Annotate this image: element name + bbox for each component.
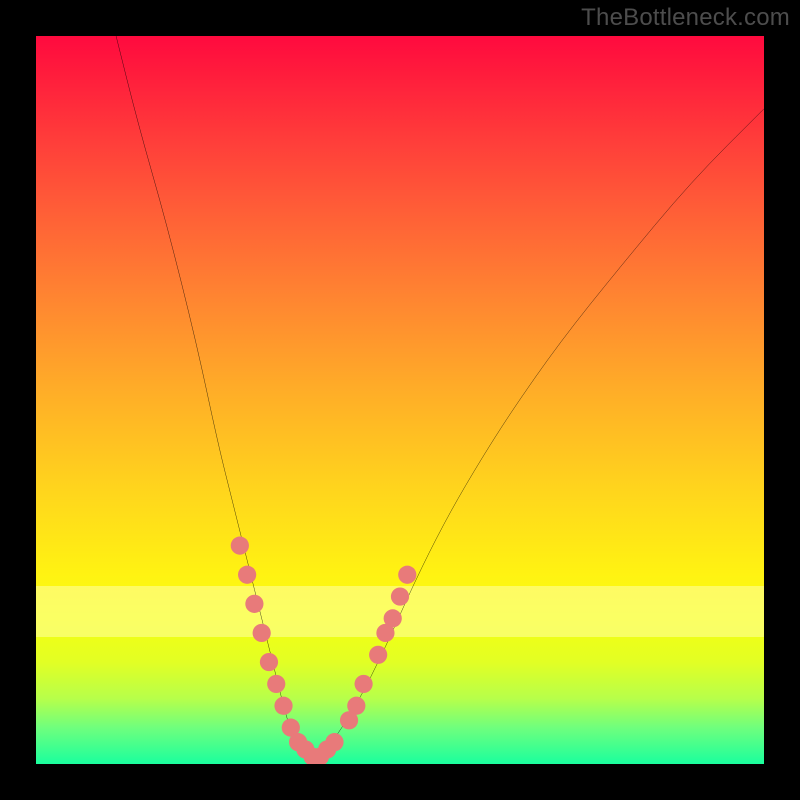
marker-dot: [355, 675, 373, 693]
marker-dot: [238, 566, 256, 584]
marker-dot: [325, 733, 343, 751]
watermark-text: TheBottleneck.com: [581, 4, 790, 32]
marker-dot: [384, 609, 402, 627]
marker-dot: [253, 624, 271, 642]
marker-dot: [267, 675, 285, 693]
highlight-markers: [231, 537, 417, 765]
marker-dot: [231, 537, 249, 555]
marker-dot: [274, 697, 292, 715]
chart-frame: TheBottleneck.com: [0, 0, 800, 800]
bottleneck-curve: [116, 36, 764, 760]
curve-layer: [36, 36, 764, 764]
marker-dot: [260, 653, 278, 671]
marker-dot: [245, 595, 263, 613]
marker-dot: [398, 566, 416, 584]
marker-dot: [391, 587, 409, 605]
marker-dot: [347, 697, 365, 715]
marker-dot: [369, 646, 387, 664]
plot-area: [36, 36, 764, 764]
